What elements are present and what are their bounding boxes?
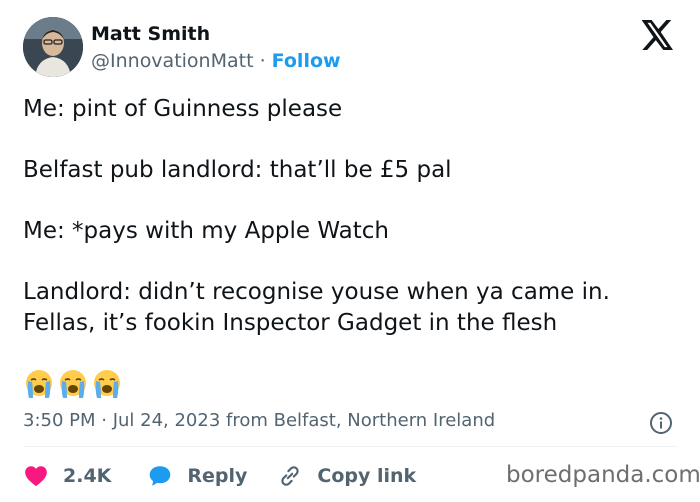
divider xyxy=(23,446,677,447)
like-button[interactable]: 2.4K xyxy=(23,463,111,489)
tweet-line: Me: pint of Guinness please xyxy=(23,96,343,122)
speech-bubble-icon xyxy=(150,466,171,486)
reply-label: Reply xyxy=(187,465,248,487)
tweet-line: Fellas, it’s fookin Inspector Gadget in … xyxy=(23,309,558,336)
loudly-crying-face-icon xyxy=(26,370,52,398)
author-avatar[interactable] xyxy=(23,17,83,77)
tweet-line: Me: *pays with my Apple Watch xyxy=(23,218,389,244)
emoji-row xyxy=(23,369,123,399)
copy-link-button[interactable]: Copy link xyxy=(277,463,416,489)
tweet-timestamp[interactable]: 3:50 PM · Jul 24, 2023 from Belfast, Nor… xyxy=(23,410,495,431)
copy-link-label: Copy link xyxy=(317,465,417,487)
link-icon xyxy=(281,466,300,486)
loudly-crying-face-icon xyxy=(60,370,86,398)
tweet-line: Landlord: didn’t recognise youse when ya… xyxy=(23,279,610,305)
separator-dot: · xyxy=(259,50,266,72)
follow-link[interactable]: Follow xyxy=(272,50,341,72)
author-handle-row: @InnovationMatt · Follow xyxy=(91,50,341,72)
like-count: 2.4K xyxy=(63,465,112,487)
author-name[interactable]: Matt Smith xyxy=(91,23,210,45)
x-logo-icon[interactable] xyxy=(641,20,675,50)
tweet-card: Matt Smith @InnovationMatt · Follow Me: … xyxy=(0,0,700,502)
loudly-crying-face-icon xyxy=(94,370,120,398)
tweet-text: Me: pint of Guinness please Belfast pub … xyxy=(23,94,688,338)
action-bar: 2.4K Reply Copy link xyxy=(23,462,416,490)
heart-icon xyxy=(25,466,47,487)
author-handle[interactable]: @InnovationMatt xyxy=(91,50,254,72)
source-watermark: boredpanda.com xyxy=(506,462,700,488)
tweet-line: Belfast pub landlord: that’ll be £5 pal xyxy=(23,157,452,183)
info-icon[interactable] xyxy=(649,411,673,435)
reply-button[interactable]: Reply xyxy=(147,463,247,489)
